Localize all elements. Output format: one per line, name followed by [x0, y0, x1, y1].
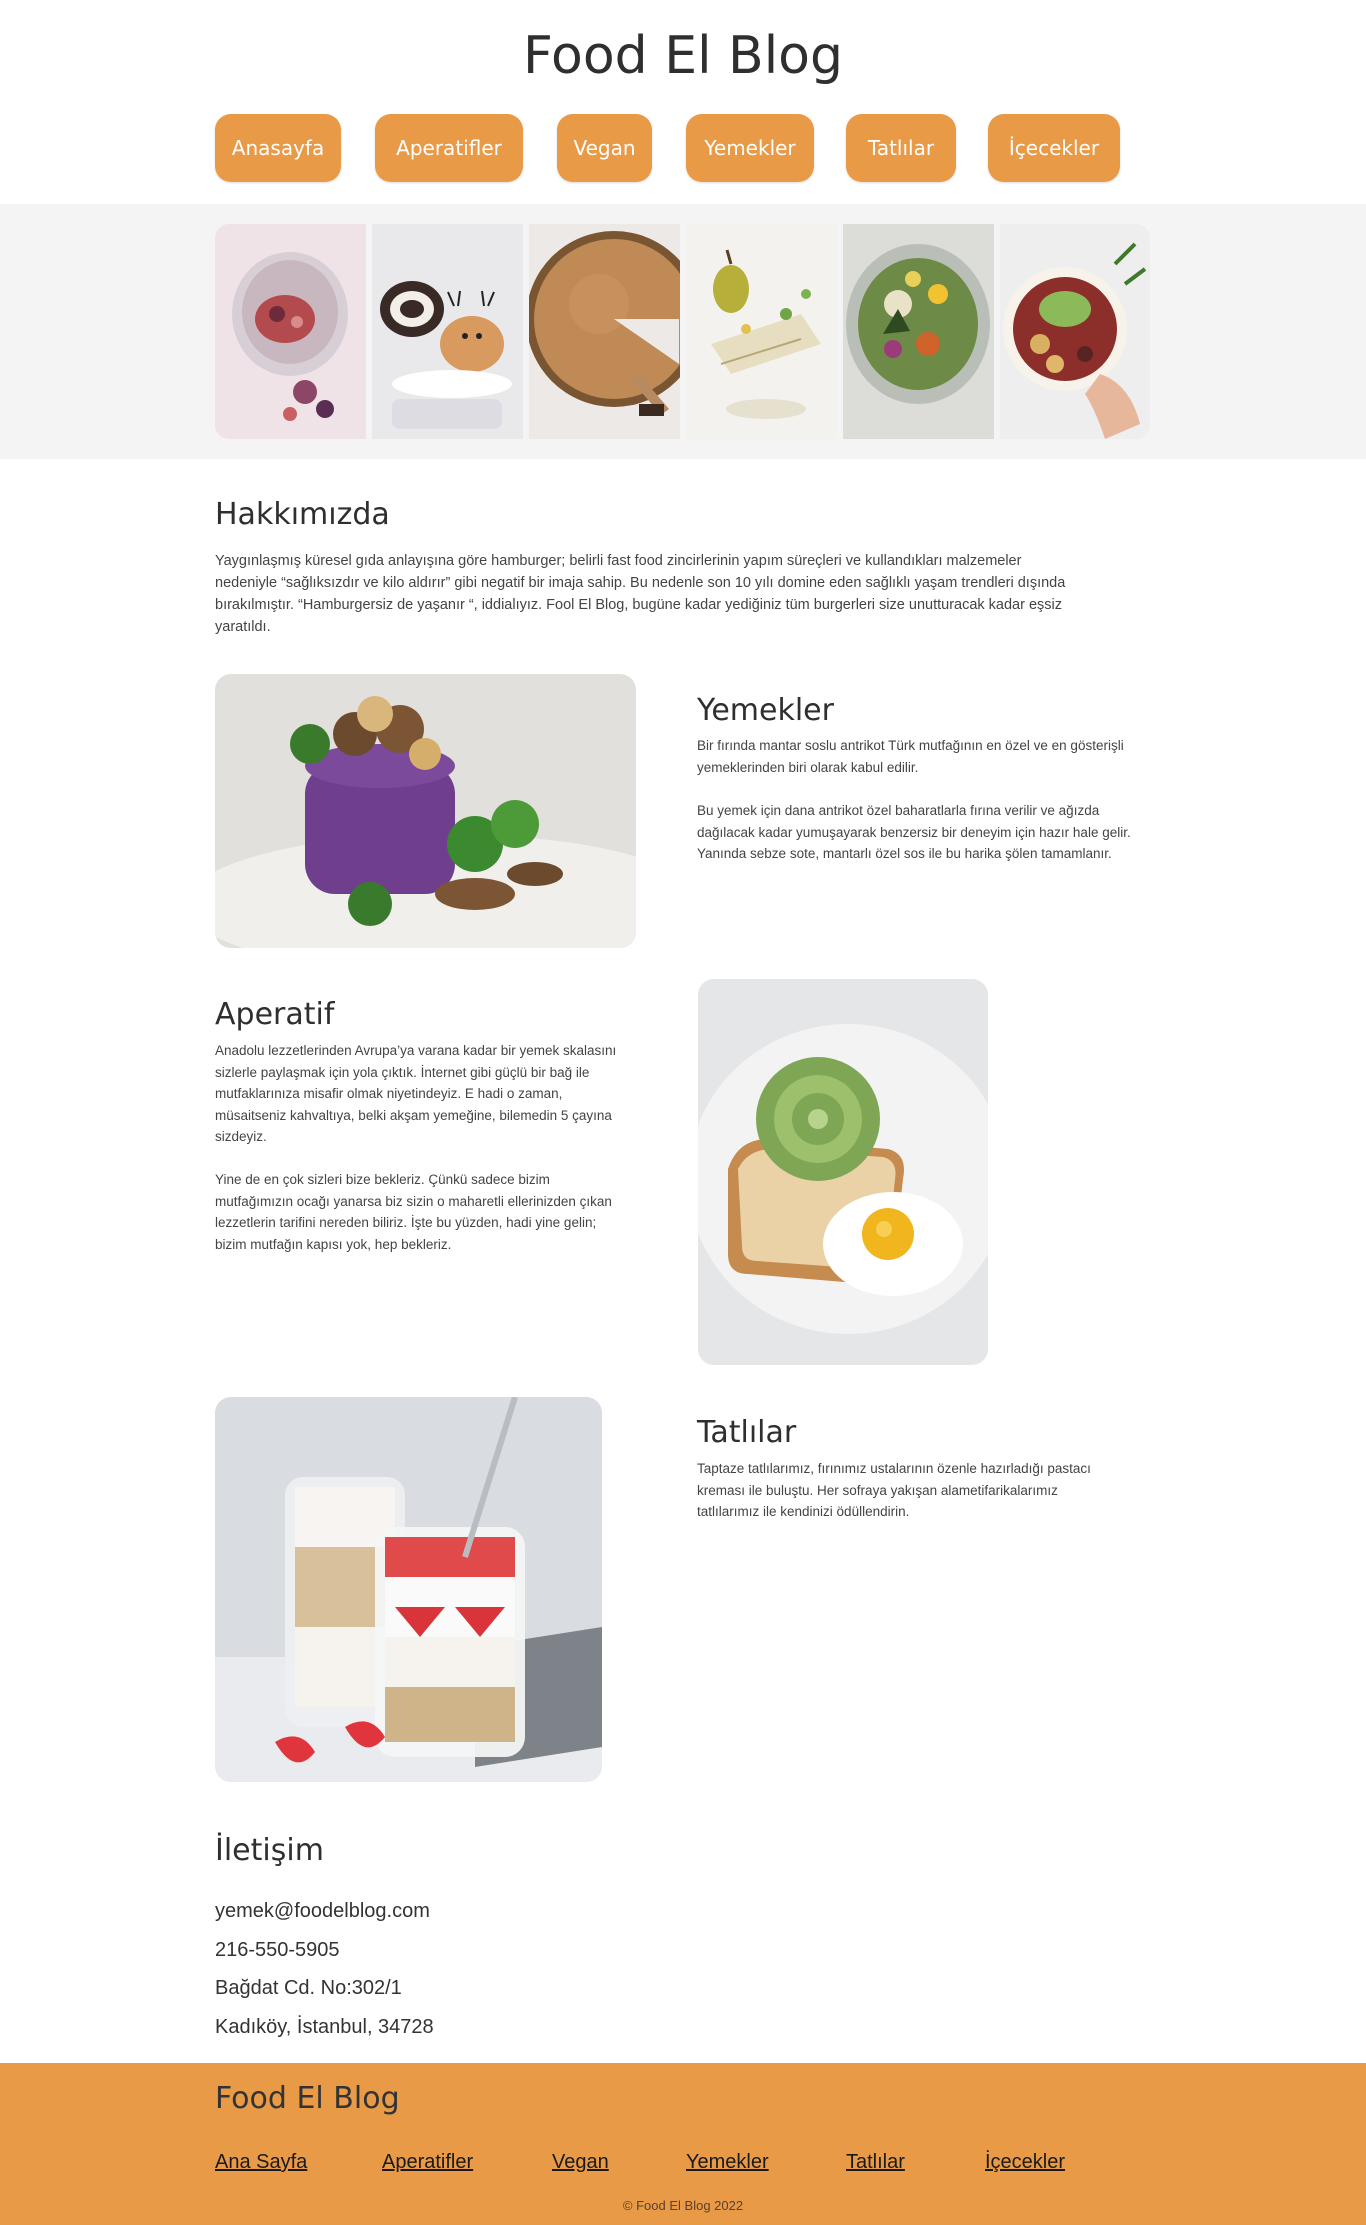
- aperatif-text-2: Yine de en çok sizleri bize bekleriz. Çü…: [215, 1172, 612, 1252]
- chia-pudding-image: [215, 224, 366, 439]
- image-gallery: [215, 224, 1150, 439]
- about-text: Yaygınlaşmış küresel gıda anlayışına gör…: [215, 553, 1066, 635]
- tatlilar-photo: [215, 1397, 602, 1782]
- pear-dessert-image: [686, 224, 837, 439]
- footer-title: Food El Blog: [215, 2081, 400, 2116]
- nav-aperatifler-button[interactable]: Aperatifler: [375, 114, 523, 182]
- yemekler-text-2: Bu yemek için dana antrikot özel baharat…: [697, 803, 1131, 861]
- aperatif-photo: [698, 979, 988, 1365]
- yemekler-photo: [215, 674, 636, 948]
- tatlilar-title: Tatlılar: [697, 1415, 797, 1450]
- nav-tatlilar-button[interactable]: Tatlılar: [846, 114, 956, 182]
- tatlilar-text: Taptaze tatlılarımız, fırınımız ustaları…: [697, 1461, 1091, 1519]
- site-title: Food El Blog: [523, 26, 843, 86]
- about-title: Hakkımızda: [215, 497, 390, 532]
- yemekler-title: Yemekler: [697, 693, 834, 728]
- contact-address-line-2: Kadıköy, İstanbul, 34728: [215, 2016, 434, 2038]
- gallery-band: [0, 204, 1366, 459]
- aperatif-title: Aperatif: [215, 997, 335, 1032]
- yemekler-text-1: Bir fırında mantar soslu antrikot Türk m…: [697, 738, 1124, 775]
- footer-link-vegan[interactable]: Vegan: [552, 2151, 609, 2174]
- main-nav: Anasayfa Aperatifler Vegan Yemekler Tatl…: [0, 114, 1366, 184]
- contact-address-line-1: Bağdat Cd. No:302/1: [215, 1977, 402, 1999]
- nav-vegan-button[interactable]: Vegan: [557, 114, 652, 182]
- salad-glass-image: [843, 224, 994, 439]
- footer-link-icecekler[interactable]: İçecekler: [985, 2151, 1065, 2174]
- roll-cake-image: [372, 224, 523, 439]
- contact-email[interactable]: yemek@foodelblog.com: [215, 1900, 430, 1923]
- aperatif-text-1: Anadolu lezzetlerinden Avrupa’ya varana …: [215, 1043, 617, 1144]
- nav-icecekler-button[interactable]: İçecekler: [988, 114, 1120, 182]
- copyright-text: © Food El Blog 2022: [622, 2198, 744, 2213]
- footer-link-aperatifler[interactable]: Aperatifler: [382, 2151, 473, 2174]
- footer: Food El Blog Ana Sayfa Aperatifler Vegan…: [0, 2063, 1366, 2225]
- nav-anasayfa-button[interactable]: Anasayfa: [215, 114, 341, 182]
- bowl-hand-image: [1000, 224, 1150, 439]
- nav-yemekler-button[interactable]: Yemekler: [686, 114, 814, 182]
- contact-title: İletişim: [215, 1833, 324, 1868]
- footer-link-yemekler[interactable]: Yemekler: [686, 2151, 769, 2174]
- footer-link-tatlilar[interactable]: Tatlılar: [846, 2151, 905, 2174]
- pie-image: [529, 224, 680, 439]
- footer-link-ana-sayfa[interactable]: Ana Sayfa: [215, 2151, 307, 2174]
- contact-phone[interactable]: 216-550-5905: [215, 1939, 340, 1962]
